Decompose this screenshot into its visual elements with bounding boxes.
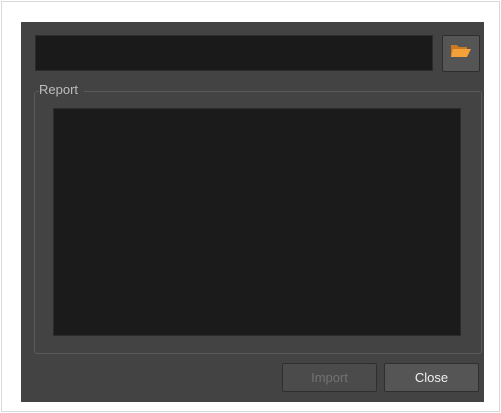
screenshot-frame: Report Import Close — [1, 1, 500, 412]
browse-button[interactable] — [442, 35, 480, 72]
close-button[interactable]: Close — [384, 363, 479, 392]
report-group-title: Report — [39, 82, 85, 98]
import-button[interactable]: Import — [282, 363, 377, 392]
import-dialog: Report Import Close — [21, 22, 484, 402]
folder-open-icon — [450, 42, 472, 65]
report-text-area[interactable] — [53, 108, 461, 336]
file-path-input[interactable] — [35, 35, 433, 71]
